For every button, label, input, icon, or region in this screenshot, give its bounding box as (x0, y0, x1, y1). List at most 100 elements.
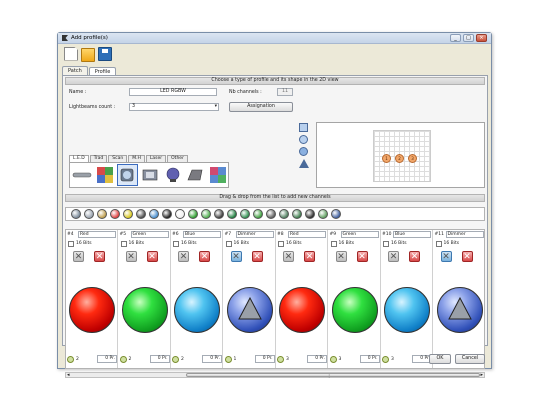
channel-name-field[interactable]: Red (288, 231, 326, 238)
delete-channel-button[interactable]: ✕ (304, 251, 315, 262)
circle-shape-icon[interactable] (299, 135, 308, 144)
scrollbar-thumb[interactable]: ⋮ (186, 373, 480, 378)
beam-dot-2[interactable]: 2 (395, 154, 404, 163)
palette-channel-icon[interactable] (305, 209, 315, 219)
edit-channel-button[interactable]: ✕ (125, 251, 137, 262)
assignation-button[interactable]: Assignation (229, 102, 293, 112)
palette-channel-icon[interactable] (240, 209, 250, 219)
16-bits-checkbox[interactable] (225, 241, 232, 247)
edit-channel-button[interactable]: ✕ (335, 251, 347, 262)
channel-color-orb[interactable] (384, 287, 430, 333)
palette-channel-icon[interactable] (279, 209, 289, 219)
channel-column[interactable]: #7 Dimmer 16 Bits ✕ ✕ 1 0 Pr. (224, 230, 276, 368)
channel-column[interactable]: #4 Red 16 Bits ✕ ✕ 2 0 Pr. (66, 230, 118, 368)
maximize-button[interactable]: □ (463, 34, 474, 42)
channel-color-orb[interactable] (174, 287, 220, 333)
save-icon[interactable] (98, 46, 112, 61)
lamp-tab-other[interactable]: Other (167, 155, 188, 162)
scroll-left-icon[interactable]: ◂ (67, 372, 70, 378)
preset-field[interactable]: 0 Pr. (202, 355, 222, 363)
palette-channel-icon[interactable] (201, 209, 211, 219)
palette-channel-icon[interactable] (110, 209, 120, 219)
channel-name-field[interactable]: Dimmer (235, 231, 274, 238)
channel-column[interactable]: #9 Green 16 Bits ✕ ✕ 3 0 Pr. (329, 230, 381, 368)
lamp-tab-scan[interactable]: Scan (108, 155, 128, 162)
channel-color-orb[interactable] (121, 287, 168, 333)
channel-name-field[interactable]: Red (78, 231, 116, 238)
16-bits-checkbox[interactable] (68, 241, 74, 247)
palette-channel-icon[interactable] (292, 209, 302, 219)
lamp-tab-mh[interactable]: M.H (128, 155, 145, 162)
channel-name-field[interactable]: Blue (183, 231, 221, 238)
palette-channel-icon[interactable] (175, 209, 185, 219)
channel-name-field[interactable]: Green (130, 231, 169, 238)
delete-channel-button[interactable]: ✕ (409, 251, 420, 262)
delete-channel-button[interactable]: ✕ (251, 251, 263, 262)
channel-column[interactable]: #6 Blue 16 Bits ✕ ✕ 2 0 Pr. (171, 230, 223, 368)
palette-channel-icon[interactable] (253, 209, 263, 219)
edit-channel-button[interactable]: ✕ (230, 251, 242, 262)
palette-channel-icon[interactable] (162, 209, 172, 219)
channel-column[interactable]: #11Dimmer16 Bits✕✕20 Pr. (434, 230, 484, 368)
close-button[interactable]: × (476, 34, 487, 42)
channel-column[interactable]: #10 Blue 16 Bits ✕ ✕ 3 0 Pr. (381, 230, 433, 368)
lightbeams-select[interactable]: 3 ▾ (129, 103, 219, 111)
palette-channel-icon[interactable] (331, 209, 341, 219)
led-panel-square-icon[interactable] (207, 164, 228, 186)
led-bar-icon[interactable] (72, 164, 93, 186)
channel-color-orb[interactable] (279, 287, 325, 333)
open-folder-icon[interactable] (81, 47, 95, 62)
delay-icon[interactable] (382, 355, 389, 363)
channel-color-orb[interactable] (69, 287, 115, 333)
edit-channel-button[interactable]: ✕ (73, 251, 84, 262)
palette-channel-icon[interactable] (188, 209, 198, 219)
tab-patch[interactable]: Patch (62, 66, 88, 75)
palette-channel-icon[interactable] (84, 209, 94, 219)
delay-icon[interactable] (172, 355, 179, 363)
delay-icon[interactable] (224, 355, 232, 363)
preset-field[interactable]: 0 Pr. (359, 355, 380, 363)
16-bits-checkbox[interactable] (383, 241, 389, 247)
palette-channel-icon[interactable] (266, 209, 276, 219)
led-panel-rgb-icon[interactable] (95, 164, 116, 186)
preset-field[interactable]: 0 Pr. (307, 355, 327, 363)
palette-channel-icon[interactable] (123, 209, 133, 219)
edit-channel-button[interactable]: ✕ (440, 251, 452, 262)
delete-channel-button[interactable]: ✕ (146, 251, 158, 262)
palette-channel-icon[interactable] (214, 209, 224, 219)
beam-dot-3[interactable]: 3 (408, 154, 417, 163)
lamp-tab-trad[interactable]: Trad (89, 155, 108, 162)
edit-channel-button[interactable]: ✕ (283, 251, 294, 262)
beam-dot-1[interactable]: 1 (382, 154, 391, 163)
led-par-icon[interactable] (117, 164, 138, 186)
triangle-shape-icon[interactable] (299, 159, 309, 168)
circle-alt-shape-icon[interactable] (299, 147, 308, 156)
delete-channel-button[interactable]: ✕ (94, 251, 105, 262)
edit-channel-button[interactable]: ✕ (178, 251, 189, 262)
16-bits-checkbox[interactable] (173, 241, 179, 247)
16-bits-checkbox[interactable] (330, 241, 337, 247)
palette-channel-icon[interactable] (136, 209, 146, 219)
square-shape-icon[interactable] (299, 123, 308, 132)
palette-channel-icon[interactable] (227, 209, 237, 219)
cancel-button[interactable]: Cancel (455, 354, 485, 364)
channel-name-field[interactable]: Green (340, 231, 379, 238)
delay-icon[interactable] (67, 355, 74, 363)
channel-column[interactable]: #8 Red 16 Bits ✕ ✕ 3 0 Pr. (276, 230, 328, 368)
16-bits-checkbox[interactable] (278, 241, 284, 247)
channel-name-field[interactable]: Blue (393, 231, 431, 238)
channel-column[interactable]: #5 Green 16 Bits ✕ ✕ 2 0 Pr. (119, 230, 171, 368)
palette-channel-icon[interactable] (149, 209, 159, 219)
palette-channel-icon[interactable] (71, 209, 81, 219)
16-bits-checkbox[interactable] (120, 241, 127, 247)
preview-grid[interactable]: 1 2 3 (373, 130, 431, 182)
channel-color-orb[interactable] (331, 287, 378, 333)
horizontal-scrollbar[interactable]: ◂ ⋮ ▸ (65, 372, 485, 378)
delay-icon[interactable] (277, 355, 284, 363)
delete-channel-button[interactable]: ✕ (356, 251, 368, 262)
delay-icon[interactable] (119, 355, 127, 363)
lamp-tab-led[interactable]: L.E.D (69, 155, 89, 162)
preset-field[interactable]: 0 Pr. (97, 355, 117, 363)
palette-channel-icon[interactable] (318, 209, 328, 219)
scroll-right-icon[interactable]: ▸ (480, 372, 483, 378)
